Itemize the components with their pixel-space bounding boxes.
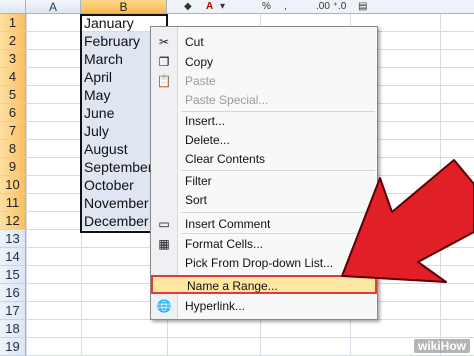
menu-item-label: Paste Special...: [185, 93, 269, 107]
menu-item-paste[interactable]: 📋 Paste: [151, 72, 377, 91]
column-header-a[interactable]: A: [26, 0, 81, 14]
menu-item-label: Insert...: [185, 114, 226, 128]
row-header[interactable]: 6: [0, 104, 26, 122]
menu-item-label: Paste: [185, 74, 216, 88]
ribbon-toolbar: ▮ ◆ A ▾ % , .00 ⁺.0 ▤: [150, 0, 474, 14]
menu-item-paste-special[interactable]: Paste Special...: [151, 91, 377, 110]
column-header-b[interactable]: B: [81, 0, 167, 14]
row-header[interactable]: 12: [0, 212, 26, 230]
menu-item-label: Format Cells...: [185, 237, 264, 251]
menu-item-format-cells[interactable]: ▦ Format Cells...: [151, 235, 377, 254]
format-icon[interactable]: ▤: [358, 0, 367, 13]
context-menu: ✂ Cut ❐ Copy 📋 Paste Paste Special... Insert...…: [150, 26, 378, 320]
cell-b[interactable]: [81, 320, 167, 338]
watermark: wikiHow: [413, 339, 470, 353]
row-header[interactable]: 7: [0, 122, 26, 140]
paste-icon: 📋: [156, 74, 172, 88]
row-header[interactable]: 10: [0, 176, 26, 194]
row-header[interactable]: 17: [0, 302, 26, 320]
menu-item-name-a-range[interactable]: Name a Range...: [151, 275, 377, 294]
menu-item-filter[interactable]: Filter: [151, 172, 377, 191]
format-cells-icon: ▦: [158, 237, 170, 251]
menu-item-label: Sort: [185, 193, 208, 207]
row-header[interactable]: 13: [0, 230, 26, 248]
row-header[interactable]: 1: [0, 14, 26, 32]
row-header[interactable]: 18: [0, 320, 26, 338]
chevron-down-icon[interactable]: ▾: [220, 0, 225, 13]
menu-item-label: Clear Contents: [185, 152, 266, 166]
menu-item-cut[interactable]: ✂ Cut: [151, 33, 377, 52]
menu-item-label: Filter: [185, 174, 212, 188]
gridline: [26, 14, 27, 355]
row-header[interactable]: 14: [0, 248, 26, 266]
menu-item-label: Cut: [185, 35, 204, 49]
row-header[interactable]: 8: [0, 140, 26, 158]
menu-separator: [181, 170, 375, 171]
decimal-button[interactable]: .00 ⁺.0: [316, 0, 346, 13]
row-header[interactable]: 3: [0, 50, 26, 68]
menu-separator: [181, 212, 375, 213]
menu-item-hyperlink[interactable]: 🌐 Hyperlink...: [151, 297, 377, 316]
row-header[interactable]: 9: [0, 158, 26, 176]
menu-item-label: Pick From Drop-down List...: [185, 256, 334, 270]
hyperlink-icon: 🌐: [156, 299, 172, 313]
percent-style-button[interactable]: %: [262, 0, 271, 13]
fill-color-icon[interactable]: ◆: [184, 0, 192, 13]
menu-item-sort[interactable]: Sort: [151, 191, 377, 210]
menu-item-clear-contents[interactable]: Clear Contents: [151, 150, 377, 169]
menu-item-label: Delete...: [185, 133, 230, 147]
select-all-corner[interactable]: [0, 0, 26, 14]
row-header[interactable]: 4: [0, 68, 26, 86]
row-header[interactable]: 2: [0, 32, 26, 50]
menu-item-label: Hyperlink...: [185, 299, 246, 313]
gridline: [81, 14, 82, 355]
row-header[interactable]: 15: [0, 266, 26, 284]
menu-item-label: Name a Range...: [187, 279, 278, 293]
copy-icon: ❐: [158, 55, 170, 69]
row-header[interactable]: 16: [0, 284, 26, 302]
row-header[interactable]: 19: [0, 338, 26, 356]
menu-item-delete[interactable]: Delete...: [151, 131, 377, 150]
menu-item-label: Copy: [185, 55, 214, 69]
comma-style-button[interactable]: ,: [284, 0, 287, 13]
menu-item-copy[interactable]: ❐ Copy: [151, 53, 377, 72]
menu-item-insert-comment[interactable]: ▭ Insert Comment: [151, 215, 377, 234]
cell-b[interactable]: [81, 338, 167, 356]
gridline: [440, 14, 441, 355]
menu-item-label: Insert Comment: [185, 217, 271, 231]
comment-icon: ▭: [158, 217, 170, 231]
font-color-button[interactable]: A: [206, 0, 213, 13]
row-header[interactable]: 11: [0, 194, 26, 212]
scissors-icon: ✂: [158, 35, 170, 49]
row-header[interactable]: 5: [0, 86, 26, 104]
menu-item-pick-from-drop-down-list[interactable]: Pick From Drop-down List...: [151, 254, 377, 273]
menu-item-insert[interactable]: Insert...: [151, 112, 377, 131]
